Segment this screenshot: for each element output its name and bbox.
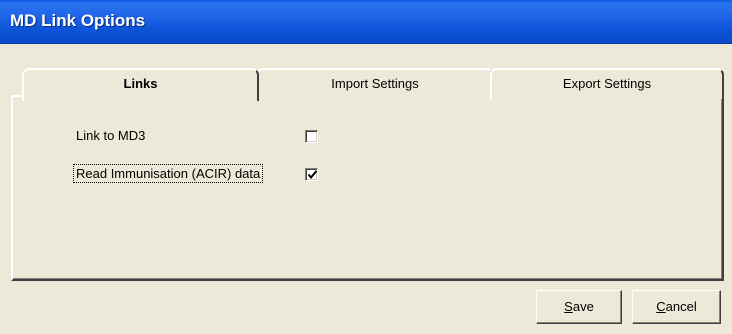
tab-export-settings[interactable]: Export Settings bbox=[490, 68, 724, 99]
save-label: ave bbox=[572, 299, 594, 314]
read-immunisation-row: Read Immunisation (ACIR) data bbox=[72, 162, 264, 184]
save-button[interactable]: Save bbox=[536, 290, 622, 324]
cancel-label: ancel bbox=[665, 299, 697, 314]
cancel-button[interactable]: Cancel bbox=[632, 290, 721, 324]
tab-links[interactable]: Links bbox=[22, 68, 259, 101]
link-to-md3-label: Link to MD3 bbox=[76, 127, 146, 143]
read-immunisation-label: Read Immunisation (ACIR) data bbox=[72, 163, 264, 183]
tab-import-settings[interactable]: Import Settings bbox=[256, 68, 494, 99]
title-bar[interactable]: MD Link Options bbox=[0, 0, 732, 44]
tab-label: Links bbox=[123, 76, 158, 91]
cancel-mnemonic: C bbox=[656, 299, 666, 314]
window-title: MD Link Options bbox=[10, 11, 146, 30]
tab-label: Export Settings bbox=[562, 76, 652, 91]
tab-label: Import Settings bbox=[331, 76, 419, 91]
tab-panel-links bbox=[11, 95, 724, 281]
read-immunisation-checkbox[interactable] bbox=[305, 168, 318, 181]
checkmark-icon bbox=[307, 170, 318, 180]
link-to-md3-row: Link to MD3 bbox=[74, 124, 147, 146]
link-to-md3-checkbox[interactable] bbox=[305, 130, 318, 143]
save-mnemonic: S bbox=[564, 299, 573, 314]
